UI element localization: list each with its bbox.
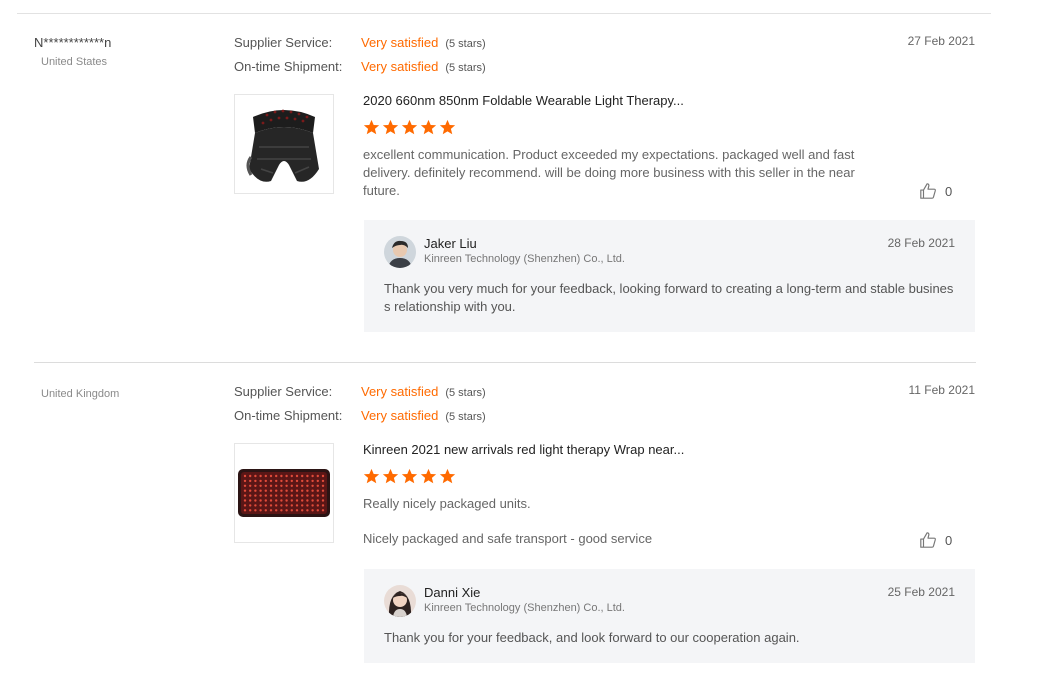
reply-date: 28 Feb 2021 [887, 236, 955, 250]
like-button[interactable]: 0 [919, 182, 952, 200]
shipment-value: Very satisfied [361, 59, 439, 74]
avatar [384, 236, 416, 268]
star-icon [439, 119, 456, 135]
supplier-reply: Danni Xie Kinreen Technology (Shenzhen) … [364, 569, 975, 663]
reviewer-country: United Kingdom [41, 388, 120, 400]
reviewer-name: N************n [34, 35, 112, 50]
reply-text: Thank you for your feedback, and look fo… [384, 630, 800, 645]
reply-company: Kinreen Technology (Shenzhen) Co., Ltd. [424, 253, 625, 265]
star-icon [382, 468, 399, 484]
product-title-link[interactable]: 2020 660nm 850nm Foldable Wearable Light… [363, 93, 684, 108]
top-divider [17, 13, 991, 14]
product-rating-stars [363, 119, 456, 136]
product-thumbnail[interactable] [234, 443, 334, 543]
shipment-stars: (5 stars) [445, 62, 486, 74]
like-count: 0 [945, 532, 953, 548]
supplier-service-rating: Supplier Service: Very satisfied (5 stars) [234, 384, 486, 399]
led-neck-wrap-icon [246, 109, 319, 182]
shipment-stars: (5 stars) [445, 411, 486, 423]
led-pad-icon [238, 469, 330, 517]
supplier-service-label: Supplier Service: [234, 35, 333, 50]
shipment-rating: On-time Shipment: Very satisfied (5 stars) [234, 59, 486, 74]
supplier-reply: Jaker Liu Kinreen Technology (Shenzhen) … [364, 220, 975, 332]
star-icon [363, 468, 380, 484]
reply-author-name: Danni Xie [424, 585, 481, 600]
reviewer-country: United States [41, 56, 108, 68]
avatar [384, 585, 416, 617]
star-icon [401, 468, 418, 484]
supplier-service-value: Very satisfied [361, 384, 439, 399]
supplier-service-rating: Supplier Service: Very satisfied (5 stars) [234, 35, 486, 50]
supplier-service-stars: (5 stars) [445, 387, 486, 399]
reply-company: Kinreen Technology (Shenzhen) Co., Ltd. [424, 602, 625, 614]
review-text-secondary: Nicely packaged and safe transport - goo… [363, 531, 653, 546]
thumbs-up-icon [920, 183, 936, 199]
star-icon [401, 119, 418, 135]
star-icon [420, 468, 437, 484]
product-thumbnail[interactable] [234, 94, 334, 194]
product-title-link[interactable]: Kinreen 2021 new arrivals red light ther… [363, 442, 684, 457]
star-icon [439, 468, 456, 484]
shipment-label: On-time Shipment: [234, 408, 343, 423]
like-count: 0 [945, 183, 953, 199]
star-icon [382, 119, 399, 135]
shipment-rating: On-time Shipment: Very satisfied (5 stars) [234, 408, 486, 423]
review-date: 27 Feb 2021 [907, 34, 975, 48]
reply-date: 25 Feb 2021 [887, 585, 955, 599]
shipment-value: Very satisfied [361, 408, 439, 423]
shipment-label: On-time Shipment: [234, 59, 343, 74]
product-rating-stars [363, 468, 456, 485]
review-text: excellent communication. Product exceede… [363, 147, 855, 198]
review-divider [34, 362, 976, 363]
supplier-service-stars: (5 stars) [445, 38, 486, 50]
reply-text: Thank you very much for your feedback, l… [384, 281, 954, 314]
star-icon [420, 119, 437, 135]
star-icon [363, 119, 380, 135]
thumbs-up-icon [920, 532, 936, 548]
reply-author-name: Jaker Liu [424, 236, 477, 251]
like-button[interactable]: 0 [919, 531, 952, 549]
supplier-service-label: Supplier Service: [234, 384, 333, 399]
review-text: Really nicely packaged units. [363, 496, 531, 511]
review-date: 11 Feb 2021 [908, 383, 976, 397]
supplier-service-value: Very satisfied [361, 35, 439, 50]
